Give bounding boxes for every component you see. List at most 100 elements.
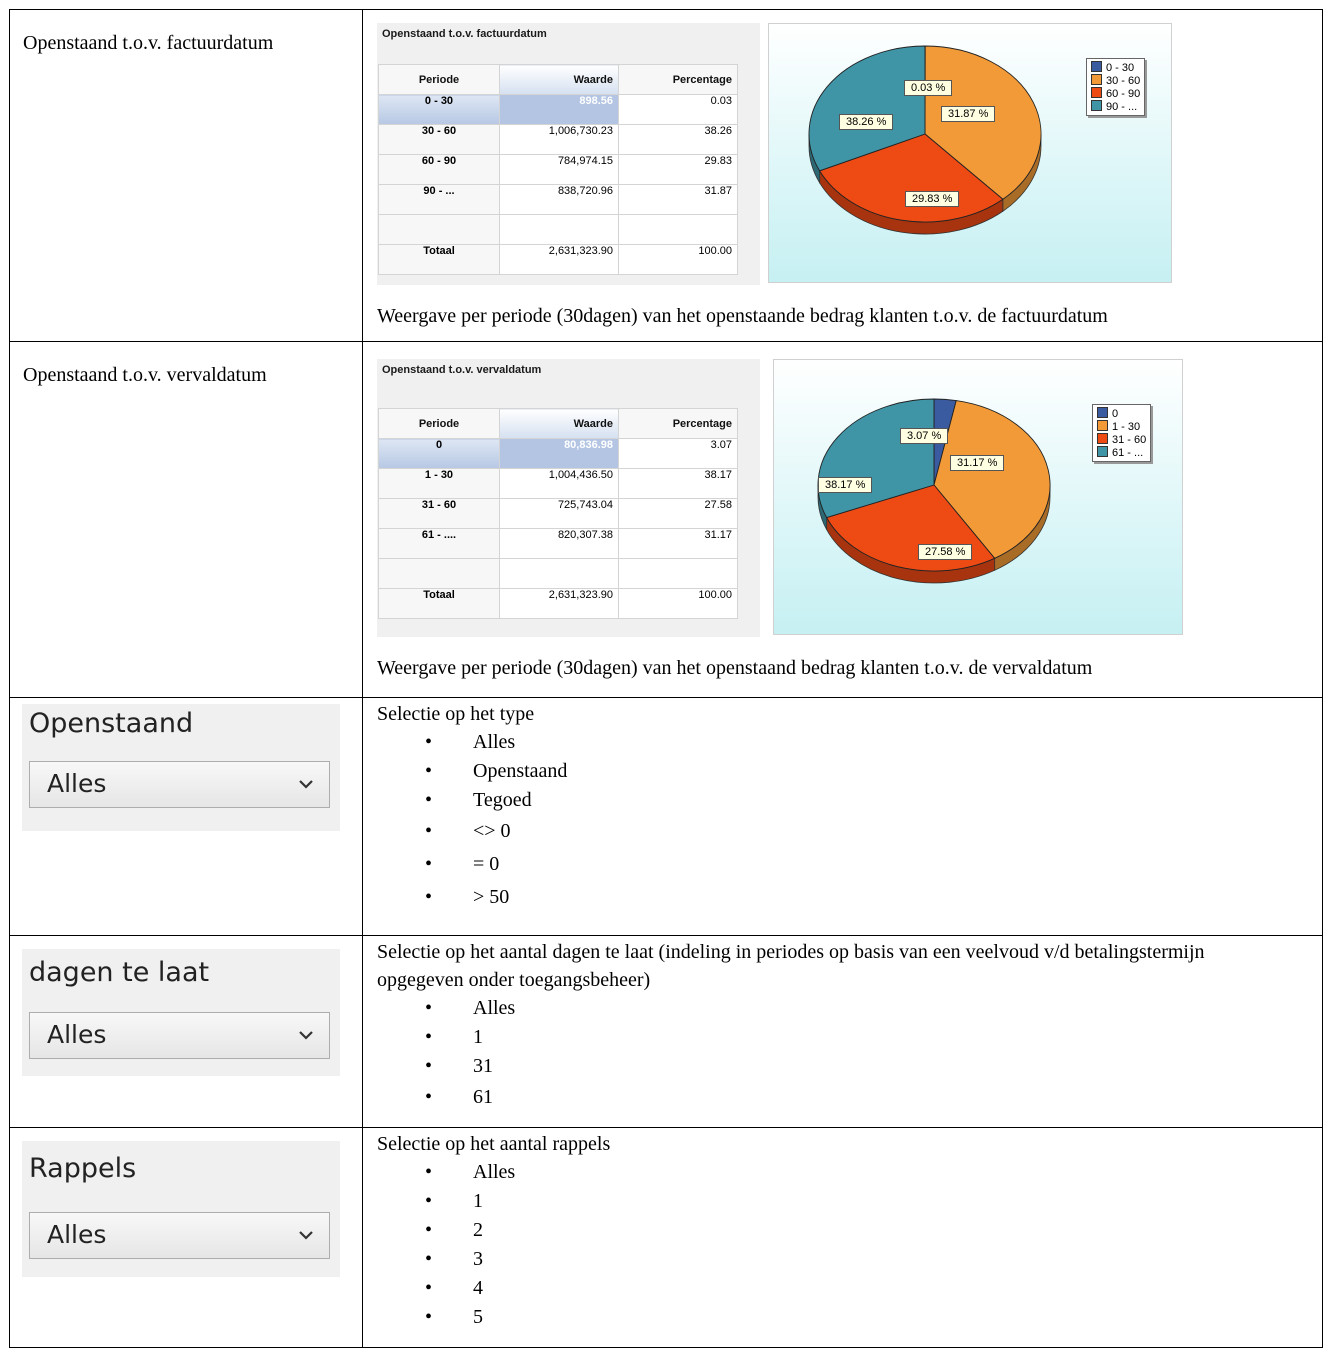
row-label: Openstaand t.o.v. vervaldatum xyxy=(23,364,267,386)
dropdown-value: Alles xyxy=(47,769,107,798)
grid-cell-periode[interactable]: 30 - 60 xyxy=(378,124,500,155)
grid-cell-periode[interactable]: 0 - 30 xyxy=(378,94,500,125)
legend-label: 61 - ... xyxy=(1112,447,1144,459)
list-item: 5 xyxy=(377,1303,1322,1332)
grid-cell-periode[interactable]: 0 xyxy=(378,438,500,469)
grid-cell-periode[interactable]: 60 - 90 xyxy=(378,154,500,185)
report-table-panel: Openstaand t.o.v. vervaldatum Periode Wa… xyxy=(377,359,760,637)
row-label-cell: Openstaand t.o.v. vervaldatum xyxy=(9,341,363,698)
grid-cell-periode[interactable] xyxy=(378,558,500,589)
slice-label: 3.07 % xyxy=(900,428,949,444)
legend-item: 61 - ... xyxy=(1097,446,1146,459)
grid-cell-periode[interactable]: 31 - 60 xyxy=(378,498,500,529)
dropdown-value: Alles xyxy=(47,1220,107,1249)
slice-label: 38.17 % xyxy=(818,477,873,493)
grid-cell-waarde[interactable]: 1,004,436.50 xyxy=(499,468,619,499)
grid-cell-waarde[interactable]: 784,974.15 xyxy=(499,154,619,185)
grid-cell-waarde[interactable]: 898.56 xyxy=(499,94,619,125)
row-description: Weergave per periode (30dagen) van het o… xyxy=(377,657,1093,679)
grid-cell-percentage[interactable]: 31.17 xyxy=(618,528,738,559)
slice-label: 31.17 % xyxy=(950,455,1005,471)
list-item: Openstaand xyxy=(377,757,1322,786)
grid-row[interactable]: 60 - 90 784,974.15 29.83 xyxy=(378,154,738,185)
grid-cell-periode[interactable]: Totaal xyxy=(378,244,500,275)
grid-cell-percentage[interactable]: 100.00 xyxy=(618,244,738,275)
grid-cell-percentage[interactable]: 3.07 xyxy=(618,438,738,469)
grid-cell-percentage[interactable] xyxy=(618,214,738,245)
row-content-cell: Selectie op het aantal rappels Alles 1 2… xyxy=(362,1127,1323,1348)
grid-cell-waarde[interactable] xyxy=(499,214,619,245)
grid-cell-periode[interactable] xyxy=(378,214,500,245)
row-content-cell: Selectie op het type Alles Openstaand Te… xyxy=(362,697,1323,936)
grid-row[interactable]: 0 - 30 898.56 0.03 xyxy=(378,94,738,125)
grid-row[interactable]: 90 - ... 838,720.96 31.87 xyxy=(378,184,738,215)
grid-row[interactable] xyxy=(378,558,738,589)
pie-chart xyxy=(817,398,1051,584)
report-table-panel: Openstaand t.o.v. factuurdatum Periode W… xyxy=(377,23,760,285)
grid-cell-periode[interactable]: 1 - 30 xyxy=(378,468,500,499)
grid-cell-percentage[interactable]: 0.03 xyxy=(618,94,738,125)
grid-cell-periode[interactable]: 61 - .... xyxy=(378,528,500,559)
grid-cell-waarde[interactable]: 2,631,323.90 xyxy=(499,588,619,619)
grid-cell-waarde[interactable] xyxy=(499,558,619,589)
grid-header-row: Periode Waarde Percentage xyxy=(378,408,738,439)
rappels-dropdown[interactable]: Alles xyxy=(29,1212,330,1259)
legend-swatch xyxy=(1097,433,1108,444)
grid-cell-percentage[interactable]: 38.26 xyxy=(618,124,738,155)
col-header-periode[interactable]: Periode xyxy=(378,64,500,95)
grid-cell-waarde[interactable]: 725,743.04 xyxy=(499,498,619,529)
legend-item: 0 xyxy=(1097,407,1146,420)
report-title: Openstaand t.o.v. factuurdatum xyxy=(382,28,547,40)
grid-cell-waarde[interactable]: 80,836.98 xyxy=(499,438,619,469)
col-header-waarde[interactable]: Waarde xyxy=(499,408,619,439)
grid-cell-periode[interactable]: 90 - ... xyxy=(378,184,500,215)
legend-item: 31 - 60 xyxy=(1097,433,1146,446)
filter-widget-rappels: Rappels Alles xyxy=(22,1141,340,1277)
grid-row[interactable]: 1 - 30 1,004,436.50 38.17 xyxy=(378,468,738,499)
row-description: Weergave per periode (30dagen) van het o… xyxy=(377,305,1108,327)
grid-cell-waarde[interactable]: 1,006,730.23 xyxy=(499,124,619,155)
grid-row[interactable]: 31 - 60 725,743.04 27.58 xyxy=(378,498,738,529)
table-row: Rappels Alles Selectie op het aantal rap… xyxy=(9,1127,1323,1348)
grid-cell-percentage[interactable]: 38.17 xyxy=(618,468,738,499)
slice-label: 27.58 % xyxy=(918,544,973,560)
grid-row[interactable] xyxy=(378,214,738,245)
grid-row[interactable]: 0 80,836.98 3.07 xyxy=(378,438,738,469)
grid-row[interactable]: 61 - .... 820,307.38 31.17 xyxy=(378,528,738,559)
col-header-waarde[interactable]: Waarde xyxy=(499,64,619,95)
list-item: 3 xyxy=(377,1245,1322,1274)
col-header-periode[interactable]: Periode xyxy=(378,408,500,439)
list-item: <> 0 xyxy=(377,815,1322,848)
slice-label: 38.26 % xyxy=(839,114,894,130)
grid-row[interactable]: 30 - 60 1,006,730.23 38.26 xyxy=(378,124,738,155)
legend-swatch xyxy=(1097,407,1108,418)
report-panel: Openstaand t.o.v. vervaldatum Periode Wa… xyxy=(377,359,1183,637)
grid-cell-percentage[interactable] xyxy=(618,558,738,589)
openstaand-dropdown[interactable]: Alles xyxy=(29,761,330,808)
grid-cell-waarde[interactable]: 2,631,323.90 xyxy=(499,244,619,275)
list-item: 1 xyxy=(377,1023,1322,1052)
list-item: 2 xyxy=(377,1216,1322,1245)
row-description: Selectie op het type xyxy=(377,703,535,725)
col-header-percentage[interactable]: Percentage xyxy=(618,408,738,439)
grid-cell-waarde[interactable]: 820,307.38 xyxy=(499,528,619,559)
filter-widget-openstaand: Openstaand Alles xyxy=(22,704,340,831)
grid-cell-waarde[interactable]: 838,720.96 xyxy=(499,184,619,215)
grid-header-row: Periode Waarde Percentage xyxy=(378,64,738,95)
dropdown-value: Alles xyxy=(47,1020,107,1049)
col-header-percentage[interactable]: Percentage xyxy=(618,64,738,95)
grid-total-row[interactable]: Totaal 2,631,323.90 100.00 xyxy=(378,244,738,275)
grid-cell-percentage[interactable]: 100.00 xyxy=(618,588,738,619)
row-label-cell: Rappels Alles xyxy=(9,1127,363,1348)
list-item: > 50 xyxy=(377,881,1322,914)
dagen-te-laat-dropdown[interactable]: Alles xyxy=(29,1012,330,1059)
chevron-down-icon xyxy=(299,780,313,789)
grid-cell-percentage[interactable]: 31.87 xyxy=(618,184,738,215)
grid-cell-percentage[interactable]: 29.83 xyxy=(618,154,738,185)
legend-swatch xyxy=(1091,100,1102,111)
grid-cell-percentage[interactable]: 27.58 xyxy=(618,498,738,529)
legend-item: 60 - 90 xyxy=(1091,87,1140,100)
grid-cell-periode[interactable]: Totaal xyxy=(378,588,500,619)
grid-total-row[interactable]: Totaal 2,631,323.90 100.00 xyxy=(378,588,738,619)
row-label-cell: Openstaand Alles xyxy=(9,697,363,936)
